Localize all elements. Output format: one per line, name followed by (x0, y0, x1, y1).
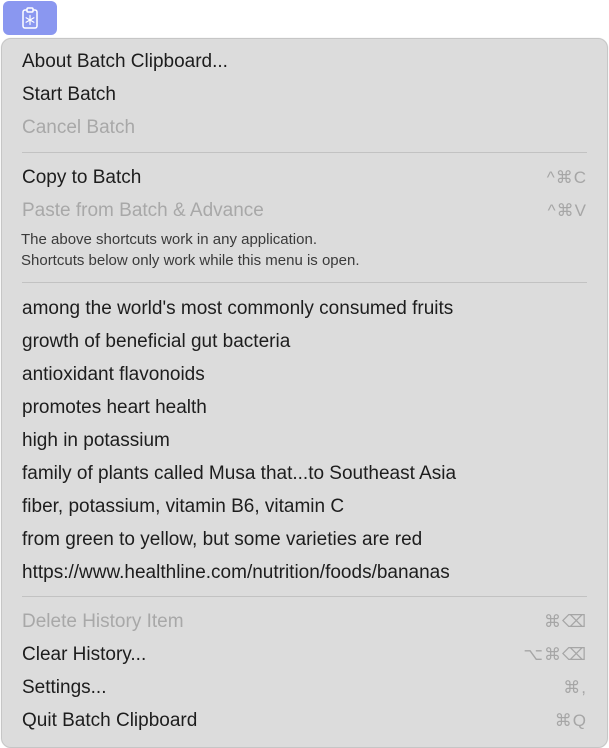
history-item-label: https://www.healthline.com/nutrition/foo… (22, 561, 450, 583)
shortcut-label: ⌥⌘⌫ (523, 644, 587, 664)
menu-item-label: Settings... (22, 676, 107, 698)
menu-item-quit[interactable]: Quit Batch Clipboard ⌘Q (22, 704, 587, 737)
menu-item-clear-history[interactable]: Clear History... ⌥⌘⌫ (22, 638, 587, 671)
dropdown-menu: About Batch Clipboard... Start Batch Can… (1, 38, 608, 748)
history-item-label: high in potassium (22, 429, 170, 451)
menu-item-label: Paste from Batch & Advance (22, 199, 264, 221)
menu-item-label: About Batch Clipboard... (22, 50, 228, 72)
history-item-label: growth of beneficial gut bacteria (22, 330, 291, 352)
menu-item-label: Copy to Batch (22, 166, 142, 188)
menu-item-settings[interactable]: Settings... ⌘, (22, 671, 587, 704)
menu-separator (22, 596, 587, 597)
menu-item-label: Clear History... (22, 643, 147, 665)
menu-item-about[interactable]: About Batch Clipboard... (22, 45, 587, 78)
history-item[interactable]: family of plants called Musa that...to S… (22, 457, 587, 490)
shortcut-note-line-1: The above shortcuts work in any applicat… (21, 231, 317, 248)
history-item[interactable]: growth of beneficial gut bacteria (22, 325, 587, 358)
history-item-label: antioxidant flavonoids (22, 363, 205, 385)
menubar-status-item[interactable] (3, 1, 57, 35)
shortcut-note-line-2: Shortcuts below only work while this men… (21, 252, 360, 269)
menu-item-label: Quit Batch Clipboard (22, 709, 198, 731)
history-item-label: from green to yellow, but some varieties… (22, 528, 423, 550)
history-item[interactable]: among the world's most commonly consumed… (22, 292, 587, 325)
shortcut-label: ^⌘V (547, 200, 587, 220)
shortcut-label: ⌘, (563, 677, 587, 697)
history-item[interactable]: antioxidant flavonoids (22, 358, 587, 391)
shortcut-label: ⌘Q (554, 710, 587, 730)
clipboard-snowflake-icon (22, 7, 38, 29)
history-item[interactable]: promotes heart health (22, 391, 587, 424)
menu-separator (22, 282, 587, 283)
shortcut-label: ⌘⌫ (543, 611, 587, 631)
history-item[interactable]: https://www.healthline.com/nutrition/foo… (22, 556, 587, 589)
history-item[interactable]: fiber, potassium, vitamin B6, vitamin C (22, 490, 587, 523)
history-item-label: fiber, potassium, vitamin B6, vitamin C (22, 495, 345, 517)
menu-item-copy-to-batch[interactable]: Copy to Batch ^⌘C (22, 161, 587, 194)
history-item[interactable]: high in potassium (22, 424, 587, 457)
menu-item-label: Start Batch (22, 83, 116, 105)
menu-separator (22, 152, 587, 153)
history-item[interactable]: from green to yellow, but some varieties… (22, 523, 587, 556)
menu-item-label: Cancel Batch (22, 116, 136, 138)
history-item-label: among the world's most commonly consumed… (22, 297, 454, 319)
menu-item-cancel-batch: Cancel Batch (22, 111, 587, 144)
menu-item-paste-from-batch: Paste from Batch & Advance ^⌘V (22, 194, 587, 227)
history-item-label: family of plants called Musa that...to S… (22, 462, 457, 484)
shortcut-label: ^⌘C (546, 167, 587, 187)
menu-item-label: Delete History Item (22, 610, 184, 632)
menu-item-delete-history-item: Delete History Item ⌘⌫ (22, 605, 587, 638)
menu-item-start-batch[interactable]: Start Batch (22, 78, 587, 111)
history-item-label: promotes heart health (22, 396, 207, 418)
